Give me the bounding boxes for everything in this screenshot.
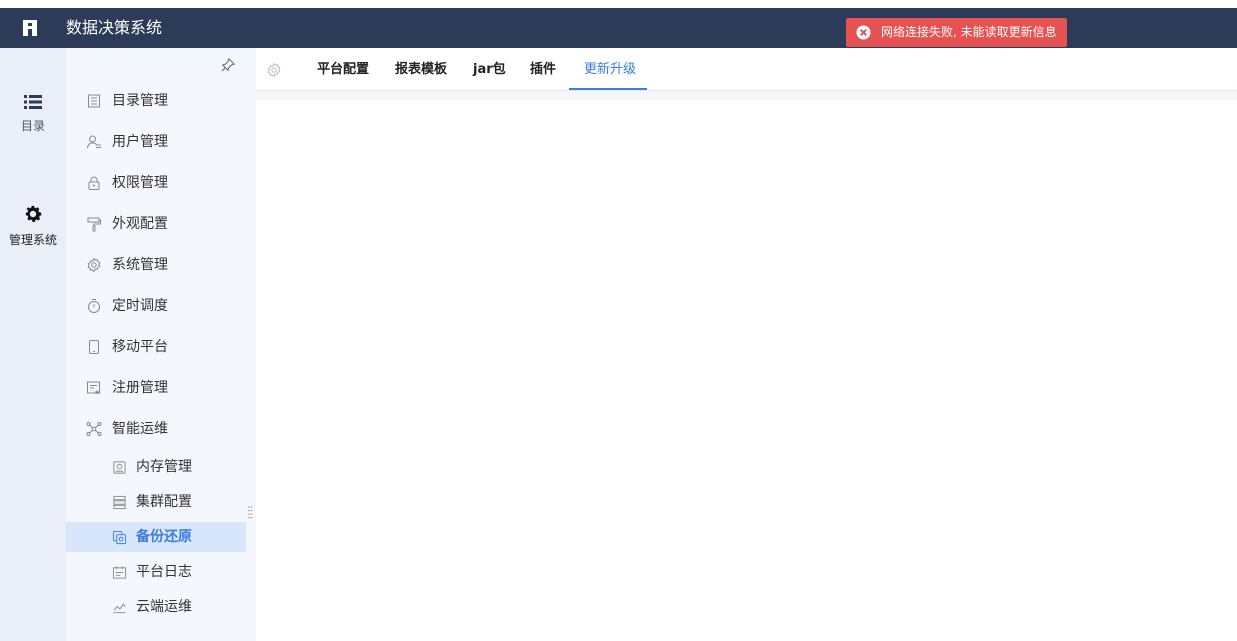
settings-tabs: 平台配置 报表模板 jar包 插件 更新升级 [256, 48, 1237, 91]
settings-icon [87, 257, 101, 273]
toast-message: 网络连接失败, 未能读取更新信息 [881, 25, 1057, 39]
settings-gear-icon[interactable] [266, 62, 282, 78]
menu-item-label: 外观配置 [112, 216, 168, 232]
active-tab-indicator [569, 88, 647, 90]
main-content [256, 91, 1237, 641]
user-icon [87, 135, 101, 149]
menu-item-appearance[interactable]: 外观配置 [66, 209, 246, 239]
menu-item-label: 系统管理 [112, 257, 168, 273]
menu-item-permissions[interactable]: 权限管理 [66, 168, 246, 198]
fr-logo-icon[interactable] [20, 18, 40, 38]
catalog-icon [88, 94, 100, 108]
log-icon [112, 566, 127, 579]
tab-plugins[interactable]: 插件 [530, 48, 556, 91]
submenu-item-label: 集群配置 [136, 494, 192, 510]
tab-platform-config[interactable]: 平台配置 [317, 48, 369, 91]
menu-item-label: 权限管理 [112, 175, 168, 191]
cloud-ops-icon [113, 603, 126, 614]
menu-item-label: 目录管理 [112, 93, 168, 109]
pin-icon[interactable] [221, 58, 235, 72]
tab-jar[interactable]: jar包 [473, 48, 506, 91]
app-title: 数据决策系统 [66, 18, 163, 37]
menu-item-users[interactable]: 用户管理 [66, 127, 246, 157]
mobile-icon [89, 340, 99, 354]
submenu-item-label: 备份还原 [136, 529, 192, 545]
timer-icon [88, 299, 100, 313]
primary-rail: 目录 管理系统 [0, 48, 66, 641]
paint-roller-icon [87, 217, 101, 232]
tab-report-templates[interactable]: 报表模板 [395, 48, 447, 91]
menu-item-mobile[interactable]: 移动平台 [66, 332, 246, 362]
rail-label: 目录 [20, 119, 45, 133]
resize-handle-icon[interactable] [247, 505, 253, 519]
memory-icon [113, 461, 126, 474]
submenu-item-cloud[interactable]: 云端运维 [66, 592, 246, 622]
cluster-icon [113, 495, 126, 510]
lock-icon [88, 176, 100, 190]
menu-item-register[interactable]: 注册管理 [66, 373, 246, 403]
submenu-item-backup[interactable]: 备份还原 [66, 522, 246, 552]
rail-item-catalog[interactable]: 目录 [0, 93, 66, 134]
app-header: 数据决策系统 网络连接失败, 未能读取更新信息 [0, 8, 1237, 48]
submenu-item-label: 平台日志 [136, 564, 192, 580]
submenu-item-label: 云端运维 [136, 599, 192, 615]
menu-item-label: 用户管理 [112, 134, 168, 150]
error-circle-icon[interactable] [856, 25, 871, 40]
admin-menu: 目录管理 用户管理 权限管理 外观配置 系统管理 定时调度 移动平台 注册管理 … [66, 48, 256, 641]
submenu-item-cluster[interactable]: 集群配置 [66, 487, 246, 517]
tab-update[interactable]: 更新升级 [584, 48, 636, 91]
register-icon [87, 381, 100, 394]
menu-item-system[interactable]: 系统管理 [66, 250, 246, 280]
menu-item-catalog[interactable]: 目录管理 [66, 86, 246, 116]
backup-icon [112, 530, 127, 545]
rail-label: 管理系统 [8, 233, 57, 247]
submenu-item-memory[interactable]: 内存管理 [66, 452, 246, 482]
menu-item-label: 注册管理 [112, 380, 168, 396]
menu-item-label: 定时调度 [112, 298, 168, 314]
error-toast: 网络连接失败, 未能读取更新信息 [846, 18, 1067, 47]
menu-item-label: 移动平台 [112, 339, 168, 355]
menu-item-schedule[interactable]: 定时调度 [66, 291, 246, 321]
submenu-item-logs[interactable]: 平台日志 [66, 557, 246, 587]
submenu-item-label: 内存管理 [136, 459, 192, 475]
rail-item-admin[interactable]: 管理系统 [0, 203, 66, 248]
menu-item-ops[interactable]: 智能运维 [66, 414, 246, 444]
menu-item-label: 智能运维 [112, 421, 168, 437]
top-strip [0, 0, 1237, 8]
list-icon [24, 95, 42, 109]
network-icon [86, 422, 102, 436]
content-top-band [256, 91, 1237, 100]
gear-icon [25, 205, 42, 222]
